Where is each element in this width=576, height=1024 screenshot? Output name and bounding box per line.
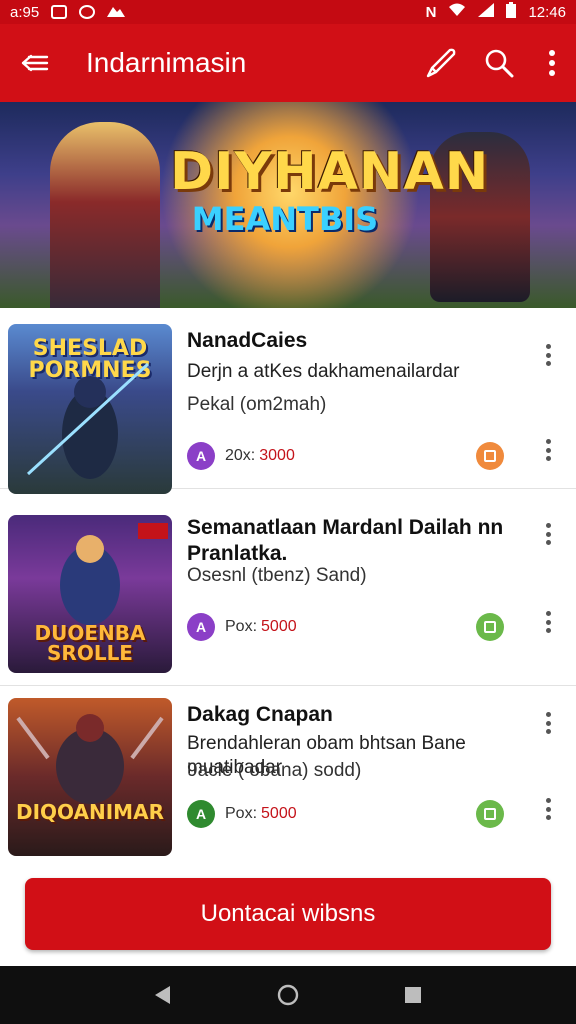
download-status-icon[interactable] xyxy=(476,800,504,828)
game-list: SHESLAD PORMNES NanadCaies Derjn a atKes… xyxy=(0,308,576,856)
item-subtitle: 9acle ( obana) sodd) xyxy=(187,760,362,781)
search-icon xyxy=(485,49,514,78)
category-badge-icon: A xyxy=(187,442,215,470)
item-more-button[interactable] xyxy=(536,340,560,370)
download-status-icon[interactable] xyxy=(476,613,504,641)
page-title: Indarnimasin xyxy=(86,47,247,78)
nfc-icon: N xyxy=(425,3,437,21)
back-arrow-icon xyxy=(21,54,49,72)
item-meta-label: Pox: xyxy=(225,618,258,635)
category-badge-icon: A xyxy=(187,800,215,828)
system-nav-bar xyxy=(0,966,576,1024)
item-title: Semanatlaan Mardanl Dailah nn Pranlatka. xyxy=(187,516,504,565)
record-icon xyxy=(79,5,96,19)
item-title: NanadCaies xyxy=(187,329,308,352)
nav-recents-icon[interactable] xyxy=(402,984,424,1006)
item-meta-label: Pox: xyxy=(225,805,258,822)
overflow-menu-button[interactable] xyxy=(528,24,576,102)
item-meta: A 20x: 3000 xyxy=(187,442,295,470)
signal-icon xyxy=(478,3,495,21)
ninja-art-icon xyxy=(26,362,150,479)
warrior-art-icon xyxy=(16,714,164,804)
item-meta-label: 20x: xyxy=(225,447,256,464)
game-thumbnail[interactable]: SHESLAD PORMNES xyxy=(8,324,172,494)
status-bar: a:95 N 12:46 xyxy=(0,0,576,24)
status-time-right: 12:46 xyxy=(528,3,566,21)
banner-hero-left xyxy=(50,122,160,308)
thumbnail-caption: DIQOANIMAR xyxy=(16,800,164,824)
wifi-icon xyxy=(448,3,466,21)
item-more-button[interactable] xyxy=(536,708,560,738)
banner-logo-line1: DIYHANAN xyxy=(170,142,490,202)
item-price: 5000 xyxy=(261,805,297,822)
list-item[interactable]: DIQOANIMAR Dakag Cnapan Brendahleran oba… xyxy=(0,686,576,867)
item-meta: A Pox: 5000 xyxy=(187,613,297,641)
item-subtitle: Pekal (om2mah) xyxy=(187,394,327,415)
download-status-icon[interactable] xyxy=(476,442,504,470)
item-subtitle: Osesnl (tbenz) Sand) xyxy=(187,565,367,586)
edit-button[interactable] xyxy=(412,24,470,102)
cta-container: Uontacai wibsns xyxy=(0,864,576,966)
thumbnail-caption: DUOENBA SROLLE xyxy=(34,621,146,665)
nav-home-icon[interactable] xyxy=(277,984,299,1006)
item-title: Dakag Cnapan xyxy=(187,703,333,726)
item-meta: A Pox: 5000 xyxy=(187,800,297,828)
category-badge-icon: A xyxy=(187,613,215,641)
item-more-button-secondary[interactable] xyxy=(536,607,560,637)
hero-banner[interactable]: DIYHANAN MEANTBIS xyxy=(0,102,576,308)
list-item[interactable]: DUOENBA SROLLE Semanatlaan Mardanl Daila… xyxy=(0,505,576,686)
back-button[interactable] xyxy=(0,24,70,102)
item-more-button-secondary[interactable] xyxy=(536,794,560,824)
item-more-button-secondary[interactable] xyxy=(536,435,560,465)
list-item[interactable]: SHESLAD PORMNES NanadCaies Derjn a atKes… xyxy=(0,308,576,494)
app-bar: Indarnimasin xyxy=(0,24,576,102)
battery-icon xyxy=(506,2,517,22)
search-button[interactable] xyxy=(470,24,528,102)
item-price: 3000 xyxy=(259,447,295,464)
nav-back-icon[interactable] xyxy=(152,984,174,1006)
game-thumbnail[interactable]: DIQOANIMAR xyxy=(8,698,172,856)
game-thumbnail[interactable]: DUOENBA SROLLE xyxy=(8,515,172,673)
status-time-left: a:95 xyxy=(10,3,40,21)
pen-icon xyxy=(426,48,456,78)
item-price: 5000 xyxy=(261,618,297,635)
item-description: Derjn a atKes dakhamenailardar xyxy=(187,361,460,382)
banner-logo-line2: MEANTBIS xyxy=(191,200,379,238)
primary-action-button[interactable]: Uontacai wibsns xyxy=(25,878,551,950)
item-more-button[interactable] xyxy=(536,519,560,549)
more-vertical-icon xyxy=(549,50,555,76)
photo-icon xyxy=(107,3,126,21)
notification-icon xyxy=(51,5,68,19)
